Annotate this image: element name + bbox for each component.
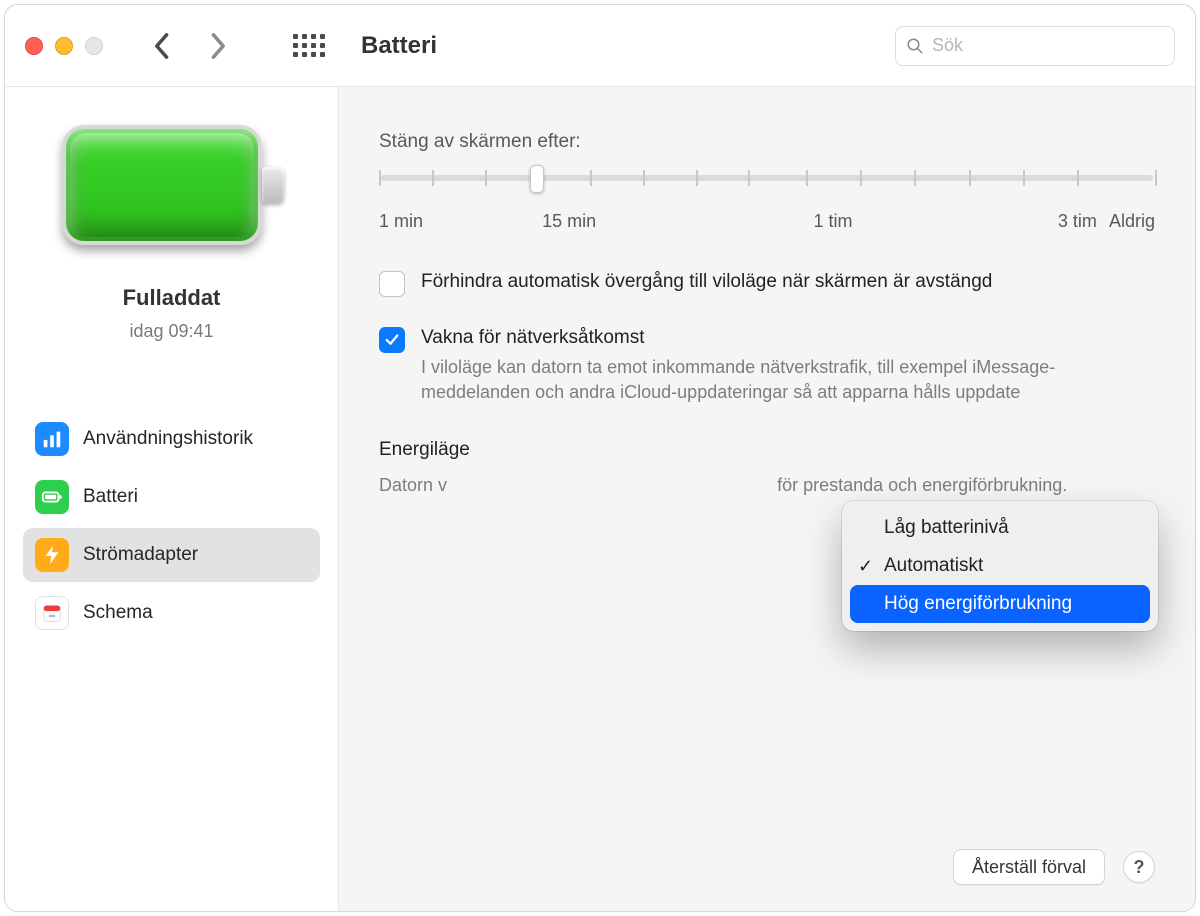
slider-tick <box>1077 170 1079 186</box>
battery-illustration <box>62 125 282 245</box>
chevron-left-icon <box>152 32 170 60</box>
wake-for-network-row: Vakna för nätverksåtkomst I viloläge kan… <box>379 327 1155 405</box>
wake-for-network-desc: I viloläge kan datorn ta emot inkommande… <box>421 355 1141 405</box>
popup-item-label: Låg batterinivå <box>884 517 1009 539</box>
energy-mode-option-low[interactable]: Låg batterinivå <box>850 509 1150 547</box>
window-body: Fulladdat idag 09:41 Användningshistorik… <box>5 87 1195 911</box>
slider-label: 3 tim <box>1058 211 1097 232</box>
battery-status-time: idag 09:41 <box>129 321 213 342</box>
bar-chart-icon <box>35 422 69 456</box>
slider-thumb[interactable] <box>530 165 544 193</box>
restore-defaults-button[interactable]: Återställ förval <box>953 849 1105 885</box>
sidebar-item-label: Batteri <box>83 486 138 508</box>
slider-tick <box>379 170 381 186</box>
slider-track <box>381 175 1153 181</box>
prevent-sleep-label: Förhindra automatisk övergång till vilol… <box>421 271 992 293</box>
check-icon <box>383 331 401 349</box>
sidebar-item-battery[interactable]: Batteri <box>23 470 320 524</box>
energy-mode-label: Energiläge <box>379 439 470 460</box>
energy-mode-row: Energiläge Datorn v för prestanda och en… <box>379 439 1155 496</box>
back-button[interactable] <box>143 28 179 64</box>
search-field[interactable] <box>895 26 1175 66</box>
chevron-right-icon <box>210 32 228 60</box>
popup-item-label: Automatiskt <box>884 555 983 577</box>
search-input[interactable] <box>932 35 1164 56</box>
grid-icon <box>293 34 325 57</box>
sidebar-item-label: Schema <box>83 602 153 624</box>
sidebar-item-schedule[interactable]: Schema <box>23 586 320 640</box>
slider-tick <box>860 170 862 186</box>
calendar-icon <box>35 596 69 630</box>
check-icon: ✓ <box>858 556 873 577</box>
slider-label: 15 min <box>542 211 596 232</box>
slider-tick <box>748 170 750 186</box>
help-button[interactable]: ? <box>1123 851 1155 883</box>
slider-tick <box>806 170 808 186</box>
energy-mode-option-automatic[interactable]: ✓ Automatiskt <box>850 547 1150 585</box>
slider-tick <box>485 170 487 186</box>
slider-tick <box>696 170 698 186</box>
popup-item-label: Hög energiförbrukning <box>884 593 1072 615</box>
slider-tick <box>432 170 434 186</box>
slider-tick <box>914 170 916 186</box>
slider-labels: 1 min 15 min 1 tim 3 tim Aldrig <box>379 211 1155 241</box>
battery-status-title: Fulladdat <box>123 285 221 311</box>
prevent-sleep-checkbox[interactable] <box>379 271 405 297</box>
traffic-lights <box>25 37 103 55</box>
display-sleep-label: Stäng av skärmen efter: <box>379 131 1155 153</box>
minimize-window-button[interactable] <box>55 37 73 55</box>
sidebar-item-label: Strömadapter <box>83 544 198 566</box>
footer: Återställ förval ? <box>953 849 1155 885</box>
slider-tick <box>1155 170 1157 186</box>
sidebar-items: Användningshistorik Batteri Strömadapter <box>23 412 320 640</box>
slider-tick <box>969 170 971 186</box>
slider-label: Aldrig <box>1109 211 1155 232</box>
sidebar: Fulladdat idag 09:41 Användningshistorik… <box>5 87 339 911</box>
slider-tick <box>643 170 645 186</box>
battery-icon <box>35 480 69 514</box>
wake-for-network-checkbox[interactable] <box>379 327 405 353</box>
prevent-sleep-row: Förhindra automatisk övergång till vilol… <box>379 271 1155 297</box>
slider-tick <box>590 170 592 186</box>
display-sleep-slider[interactable] <box>379 165 1155 205</box>
energy-mode-popup[interactable]: Låg batterinivå ✓ Automatiskt Hög energi… <box>842 501 1158 631</box>
content-pane: Stäng av skärmen efter: 1 min 15 min 1 tim… <box>339 87 1195 911</box>
slider-tick <box>1023 170 1025 186</box>
slider-label: 1 min <box>379 211 423 232</box>
forward-button <box>201 28 237 64</box>
sidebar-item-power-adapter[interactable]: Strömadapter <box>23 528 320 582</box>
wake-for-network-label: Vakna för nätverksåtkomst <box>421 327 1141 349</box>
window-title: Batteri <box>361 32 437 60</box>
search-icon <box>906 36 924 56</box>
bolt-icon <box>35 538 69 572</box>
close-window-button[interactable] <box>25 37 43 55</box>
energy-mode-option-high[interactable]: Hög energiförbrukning <box>850 585 1150 623</box>
energy-mode-desc: Datorn v för prestanda och energiförbruk… <box>379 475 1155 496</box>
sidebar-item-label: Användningshistorik <box>83 428 253 450</box>
slider-label: 1 tim <box>813 211 852 232</box>
zoom-window-button <box>85 37 103 55</box>
sidebar-item-usage-history[interactable]: Användningshistorik <box>23 412 320 466</box>
preferences-window: Batteri Fulladdat idag 09:41 Användnings… <box>4 4 1196 912</box>
toolbar: Batteri <box>5 5 1195 87</box>
show-all-button[interactable] <box>289 26 329 66</box>
